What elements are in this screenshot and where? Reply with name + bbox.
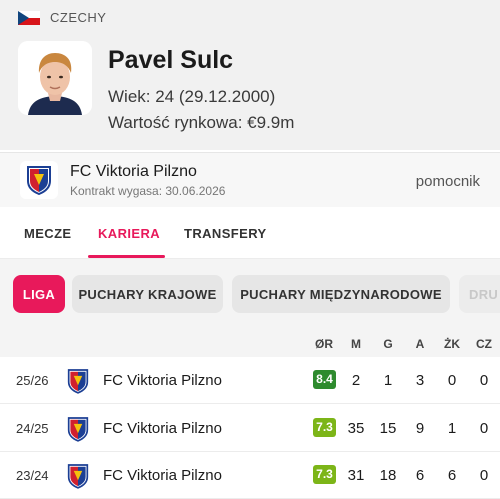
col-matches[interactable]: M — [341, 337, 371, 351]
competition-filters: LIGA PUCHARY KRAJOWE PUCHARY MIĘDZYNAROD… — [0, 259, 500, 329]
club-name[interactable]: FC Viktoria Pilzno — [103, 420, 222, 437]
tab-kariera[interactable]: KARIERA — [98, 226, 160, 241]
club-logo-icon — [67, 416, 89, 447]
rating-badge: 8.4 — [313, 370, 336, 389]
country-name: CZECHY — [50, 10, 107, 25]
club-logo-icon — [20, 161, 58, 199]
club-name[interactable]: FC Viktoria Pilzno — [70, 163, 197, 181]
stat-yellow-cards: 0 — [447, 372, 457, 389]
stat-matches: 31 — [347, 467, 365, 484]
contract-expiry: Kontrakt wygasa: 30.06.2026 — [70, 184, 226, 198]
stat-assists: 6 — [415, 467, 425, 484]
filter-puchary-miedzynarodowe[interactable]: PUCHARY MIĘDZYNARODOWE — [232, 275, 450, 313]
stat-red-cards: 0 — [479, 467, 489, 484]
stat-red-cards: 0 — [479, 420, 489, 437]
stat-assists: 3 — [415, 372, 425, 389]
stats-table-header: ØR M G A ŻK CZ — [0, 329, 500, 357]
club-name[interactable]: FC Viktoria Pilzno — [103, 467, 222, 484]
stat-yellow-cards: 1 — [447, 420, 457, 437]
filter-dru[interactable]: DRU — [459, 275, 500, 313]
club-logo-icon — [67, 463, 89, 494]
filter-liga[interactable]: LIGA — [13, 275, 65, 313]
season: 25/26 — [16, 373, 49, 388]
filter-puchary-krajowe[interactable]: PUCHARY KRAJOWE — [72, 275, 223, 313]
rating-badge: 7.3 — [313, 465, 336, 484]
club-logo-icon — [67, 368, 89, 399]
stat-matches: 35 — [347, 420, 365, 437]
col-yellow-cards[interactable]: ŻK — [437, 337, 467, 351]
player-name: Pavel Sulc — [108, 46, 234, 74]
tab-bar: MECZE KARIERA TRANSFERY — [0, 207, 500, 259]
club-bar[interactable]: FC Viktoria Pilzno Kontrakt wygasa: 30.0… — [0, 152, 500, 207]
career-row[interactable]: 25/26 FC Viktoria Pilzno 8.4 2 1 3 0 0 — [0, 357, 500, 404]
player-position: pomocnik — [415, 173, 480, 190]
stat-goals: 15 — [379, 420, 397, 437]
stat-assists: 9 — [415, 420, 425, 437]
stat-goals: 18 — [379, 467, 397, 484]
club-name[interactable]: FC Viktoria Pilzno — [103, 372, 222, 389]
active-tab-indicator — [88, 255, 165, 258]
rating-badge: 7.3 — [313, 418, 336, 437]
player-header: CZECHY Pavel Sulc Wiek: 24 (29.12.2000) … — [0, 0, 500, 150]
stat-yellow-cards: 6 — [447, 467, 457, 484]
stat-matches: 2 — [351, 372, 361, 389]
country-row: CZECHY — [18, 10, 106, 25]
col-goals[interactable]: G — [373, 337, 403, 351]
market-value: Wartość rynkowa: €9.9m — [108, 113, 295, 132]
season: 24/25 — [16, 421, 49, 436]
player-age: Wiek: 24 (29.12.2000) — [108, 87, 276, 106]
czech-flag-icon — [18, 10, 40, 25]
col-red-cards[interactable]: CZ — [469, 337, 499, 351]
col-rating[interactable]: ØR — [309, 337, 339, 351]
stat-goals: 1 — [383, 372, 393, 389]
career-row[interactable]: 24/25 FC Viktoria Pilzno 7.3 35 15 9 1 0 — [0, 405, 500, 452]
career-row[interactable]: 23/24 FC Viktoria Pilzno 7.3 31 18 6 6 0 — [0, 452, 500, 499]
tab-transfery[interactable]: TRANSFERY — [184, 226, 267, 241]
stat-red-cards: 0 — [479, 372, 489, 389]
season: 23/24 — [16, 468, 49, 483]
col-assists[interactable]: A — [405, 337, 435, 351]
player-photo — [18, 41, 92, 115]
tab-mecze[interactable]: MECZE — [24, 226, 72, 241]
